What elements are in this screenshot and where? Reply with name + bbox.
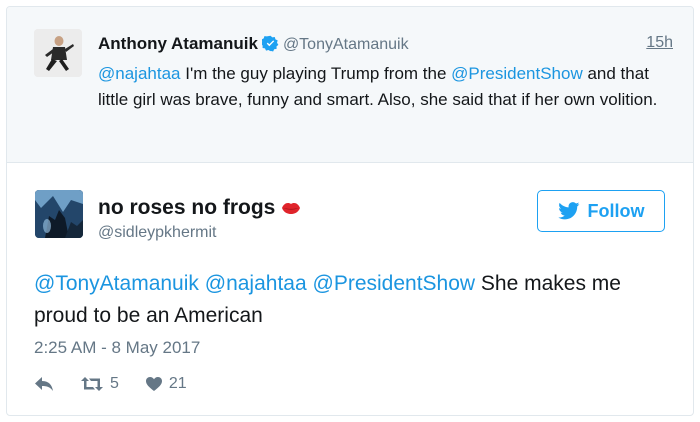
author-handle[interactable]: @sidleypkhermit — [98, 224, 217, 242]
mention-link[interactable]: @PresidentShow — [451, 64, 583, 83]
parent-tweet-time[interactable]: 15h — [646, 34, 673, 52]
mention-link[interactable]: @TonyAtamanuik — [34, 272, 199, 295]
mention-link[interactable]: @najahtaa — [205, 272, 307, 295]
parent-author-handle[interactable]: @TonyAtamanuik — [283, 36, 409, 53]
parent-header: Anthony Atamanuik @TonyAtamanuik 15h — [98, 34, 673, 56]
follow-button-label: Follow — [587, 200, 645, 221]
mention-link[interactable]: @PresidentShow — [313, 272, 476, 295]
retweet-icon — [81, 377, 103, 391]
retweet-count: 5 — [110, 375, 119, 392]
verified-badge-icon — [260, 35, 279, 57]
parent-avatar[interactable] — [34, 29, 82, 77]
tweet-actions: 5 21 — [34, 373, 187, 395]
parent-author-name[interactable]: Anthony Atamanuik — [98, 34, 258, 53]
tweet-card: Anthony Atamanuik @TonyAtamanuik 15h @naj… — [6, 6, 694, 416]
follow-button[interactable]: Follow — [537, 190, 665, 232]
lips-emoji-icon — [281, 197, 301, 221]
twitter-bird-icon — [557, 202, 579, 220]
tweet-text-segment: I'm the guy playing Trump from the — [180, 64, 452, 83]
parent-tweet-text: @najahtaa I'm the guy playing Trump from… — [98, 61, 678, 113]
heart-icon — [145, 377, 162, 391]
tweet-text: @TonyAtamanuik @najahtaa @PresidentShow … — [34, 268, 674, 332]
author-name-row: no roses no frogs — [98, 196, 301, 221]
tweet-timestamp[interactable]: 2:25 AM - 8 May 2017 — [34, 338, 200, 358]
author-avatar[interactable] — [35, 190, 83, 238]
author-name[interactable]: no roses no frogs — [98, 196, 275, 219]
reply-icon — [35, 377, 53, 391]
like-button[interactable]: 21 — [145, 375, 187, 393]
parent-tweet[interactable]: Anthony Atamanuik @TonyAtamanuik 15h @naj… — [7, 7, 693, 163]
like-count: 21 — [168, 375, 187, 392]
reply-button[interactable] — [34, 376, 54, 392]
retweet-button[interactable]: 5 — [80, 375, 119, 393]
mention-link[interactable]: @najahtaa — [98, 64, 181, 83]
